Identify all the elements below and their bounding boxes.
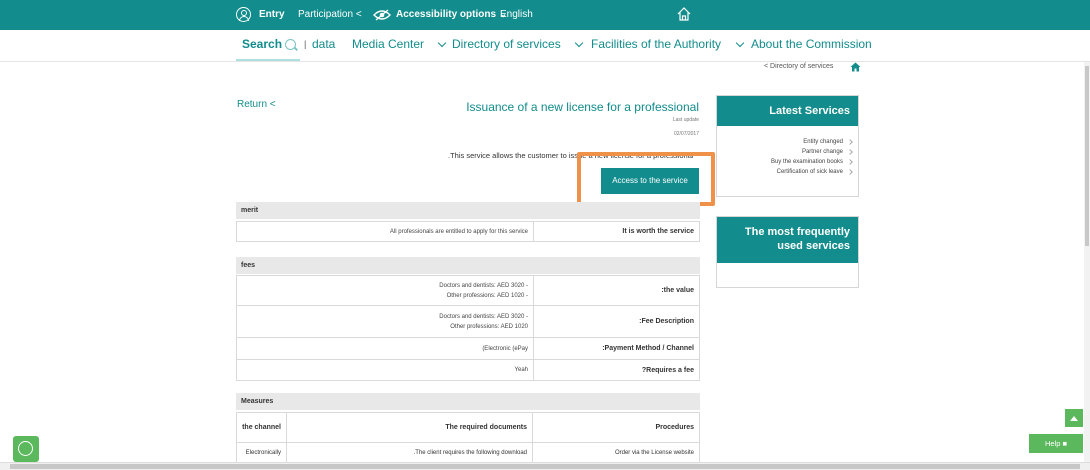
accessibility-label: Accessibility options: [396, 9, 497, 20]
nav-about-commission[interactable]: About the Commission: [751, 30, 872, 60]
list-item-label: Entity changed: [803, 139, 843, 145]
language-link[interactable]: English: [500, 0, 533, 30]
chevron-down-icon: [574, 38, 584, 48]
chevron-right-icon: [847, 139, 853, 145]
search-underline: [236, 59, 300, 61]
fees-heading: fees: [236, 257, 700, 274]
merit-label: It is worth the service: [622, 228, 694, 235]
chevron-right-icon: [847, 159, 853, 165]
latest-services-title: Latest Services: [717, 96, 858, 126]
measures-procedures-value: Order via the License website: [614, 449, 694, 456]
list-item-label: Buy the examination books: [770, 159, 843, 165]
latest-services-list: Entity changed Partner change Buy the ex…: [717, 126, 858, 183]
entry-link[interactable]: Entry: [259, 0, 285, 30]
list-item[interactable]: Certification of sick leave: [721, 167, 854, 177]
table-row: Electronically .The client requires the …: [236, 443, 700, 463]
table-row: Doctors and dentists: AED 3020 - Other p…: [236, 306, 700, 338]
main-nav: Search | data Media Center Directory of …: [0, 30, 1090, 62]
chevron-right-icon: [847, 149, 853, 155]
fee-line: Other professions: AED 1020: [450, 323, 528, 330]
frequent-services-title: The most frequently used services: [717, 217, 858, 263]
help-label: Help: [1044, 439, 1061, 448]
fee-label: :Fee Description: [639, 318, 694, 325]
table-row: the channel The required documents Proce…: [236, 412, 700, 443]
fee-line: Doctors and dentists: AED 3020 -: [439, 282, 528, 289]
fee-value-cell: Yeah: [237, 360, 534, 380]
participation-link[interactable]: Participation <: [298, 0, 362, 30]
scroll-to-top-button[interactable]: [1065, 409, 1083, 427]
help-button[interactable]: Help ■: [1029, 434, 1083, 453]
chevron-down-icon: [437, 38, 447, 48]
nav-open-data[interactable]: data: [312, 30, 335, 60]
fee-label: :the value: [661, 287, 694, 294]
merit-value: All professionals are entitled to apply …: [237, 222, 534, 241]
chevron-right-icon: [847, 169, 853, 175]
measures-col-docs: The required documents: [287, 413, 533, 442]
breadcrumb-home-icon[interactable]: [850, 62, 861, 72]
list-item-label: Certification of sick leave: [776, 169, 843, 175]
user-icon: [236, 7, 251, 22]
home-icon[interactable]: [676, 6, 692, 22]
participation-label: Participation: [298, 9, 354, 20]
list-item[interactable]: Partner change: [721, 147, 854, 157]
chat-widget-icon[interactable]: [13, 436, 39, 462]
return-link[interactable]: Return <: [237, 99, 276, 110]
fee-line: Yeah: [514, 367, 528, 373]
nav-partial-bar: |: [304, 39, 307, 49]
measures-col-procedures: Procedures: [655, 424, 694, 431]
measures-docs-value: .The client requires the following downl…: [287, 443, 533, 462]
accessibility-options-menu[interactable]: Accessibility options ⌄: [396, 0, 507, 30]
list-item[interactable]: Buy the examination books: [721, 157, 854, 167]
measures-heading: Measures: [236, 393, 700, 410]
chevron-down-icon: [735, 38, 745, 48]
page-title: Issuance of a new license for a professi…: [466, 100, 699, 114]
highlight-box: [577, 152, 715, 206]
accessibility-eye-icon: [373, 9, 391, 21]
top-bar: Entry Participation < Accessibility opti…: [0, 0, 1090, 30]
merit-value-text: All professionals are entitled to apply …: [389, 228, 528, 235]
measures-channel-value: Electronically: [237, 443, 287, 462]
fee-line: (Electronic (ePay: [482, 345, 528, 352]
fee-label: ?Requires a fee: [641, 366, 694, 374]
table-row: Doctors and dentists: AED 3020 - Other p…: [236, 275, 700, 306]
fee-label: :Payment Method / Channel: [602, 345, 694, 352]
list-item-label: Partner change: [801, 149, 843, 155]
nav-directory-of-services[interactable]: Directory of services: [452, 30, 561, 60]
measures-col-channel: the channel: [237, 413, 287, 442]
last-update-label: Last update: [672, 117, 699, 123]
fee-value-cell: Doctors and dentists: AED 3020 - Other p…: [237, 276, 534, 305]
share-icon: <: [355, 9, 362, 20]
frequent-services-box: The most frequently used services: [716, 216, 859, 288]
list-item[interactable]: Entity changed: [721, 137, 854, 147]
horizontal-scrollbar-thumb[interactable]: [10, 464, 1080, 469]
latest-services-box: Latest Services Entity changed Partner c…: [716, 95, 859, 197]
table-row: (Electronic (ePay :Payment Method / Chan…: [236, 338, 700, 360]
breadcrumb[interactable]: < Directory of services: [764, 63, 833, 70]
table-row: Yeah ?Requires a fee: [236, 360, 700, 381]
fee-value-cell: (Electronic (ePay: [237, 338, 534, 359]
fee-value-cell: Doctors and dentists: AED 3020 - Other p…: [237, 306, 534, 337]
vertical-scrollbar-thumb[interactable]: [1085, 66, 1089, 246]
last-update-date: 02/07/2017: [673, 131, 699, 137]
nav-media-center[interactable]: Media Center: [352, 30, 424, 60]
merit-heading: merit: [236, 202, 700, 219]
nav-facilities[interactable]: Facilities of the Authority: [591, 30, 721, 60]
search-icon[interactable]: [285, 39, 296, 50]
table-row: All professionals are entitled to apply …: [236, 221, 700, 242]
fee-line: Doctors and dentists: AED 3020 -: [439, 313, 528, 320]
search-button[interactable]: Search: [242, 30, 282, 60]
chat-bubble-icon: ■: [1062, 439, 1068, 448]
fee-line: Other professions: AED 1020 -: [446, 292, 528, 299]
